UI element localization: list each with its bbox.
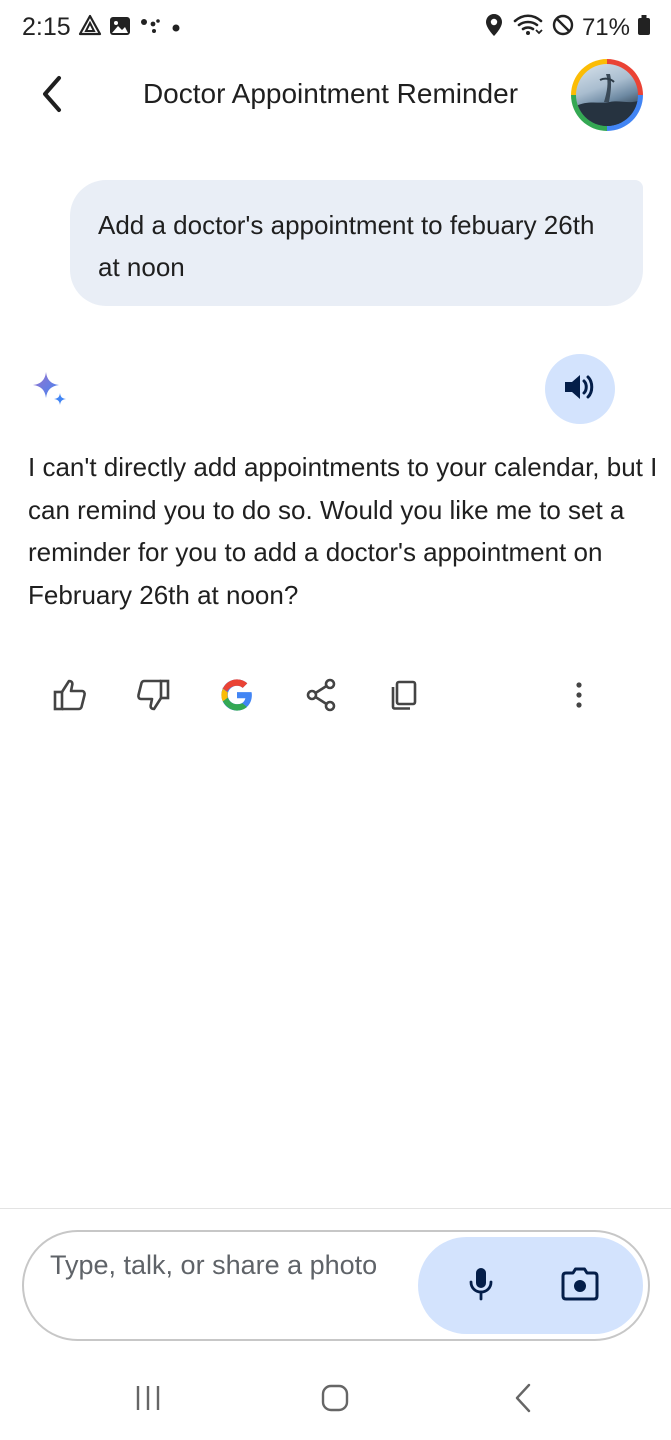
avatar-photo	[576, 64, 638, 126]
google-search-button[interactable]	[215, 675, 259, 719]
copy-button[interactable]	[382, 675, 426, 719]
share-icon	[305, 678, 337, 717]
mic-button[interactable]	[453, 1258, 509, 1314]
thumbs-up-icon	[52, 678, 88, 717]
page-title-text: Doctor Appointment Reminder	[142, 78, 519, 109]
status-right-icons: 71%	[483, 12, 651, 43]
system-back-button[interactable]	[493, 1375, 553, 1425]
more-vert-icon	[574, 680, 584, 715]
home-button[interactable]	[305, 1375, 365, 1425]
assistant-dots-icon	[138, 14, 162, 43]
prompt-input-placeholder[interactable]: Type, talk, or share a photo	[50, 1244, 390, 1286]
speaker-icon	[563, 372, 597, 407]
share-button[interactable]	[299, 675, 343, 719]
status-time: 2:15	[22, 13, 71, 41]
navigation-app-icon	[78, 14, 102, 43]
copy-icon	[389, 679, 419, 716]
gemini-sparkle-icon	[30, 370, 68, 408]
back-icon	[511, 1382, 535, 1419]
notification-dot-icon	[168, 14, 184, 43]
input-divider	[0, 1208, 671, 1209]
battery-percent: 71%	[581, 13, 630, 41]
status-left-icons	[78, 14, 184, 43]
home-icon	[320, 1383, 350, 1418]
camera-icon	[561, 1267, 599, 1306]
battery-icon	[637, 13, 651, 42]
thumbs-up-button[interactable]	[48, 675, 92, 719]
do-not-disturb-icon	[551, 13, 575, 42]
mic-icon	[466, 1266, 496, 1307]
thumbs-down-icon	[135, 678, 171, 717]
wifi-icon	[512, 12, 544, 43]
gallery-icon	[108, 14, 132, 43]
recent-apps-button[interactable]	[118, 1375, 178, 1425]
input-actions-pill	[418, 1237, 643, 1334]
location-icon	[483, 12, 505, 43]
response-text: I can't directly add appointments to you…	[28, 452, 658, 610]
listen-button[interactable]	[545, 354, 615, 424]
status-bar: 2:15 71%	[0, 0, 671, 56]
recent-apps-icon	[133, 1383, 163, 1418]
user-message-bubble: Add a doctor's appointment to febuary 26…	[70, 180, 643, 306]
more-options-button[interactable]	[557, 675, 601, 719]
profile-avatar[interactable]	[571, 59, 643, 131]
camera-button[interactable]	[552, 1258, 608, 1314]
google-search-icon	[220, 678, 254, 717]
thumbs-down-button[interactable]	[131, 675, 175, 719]
